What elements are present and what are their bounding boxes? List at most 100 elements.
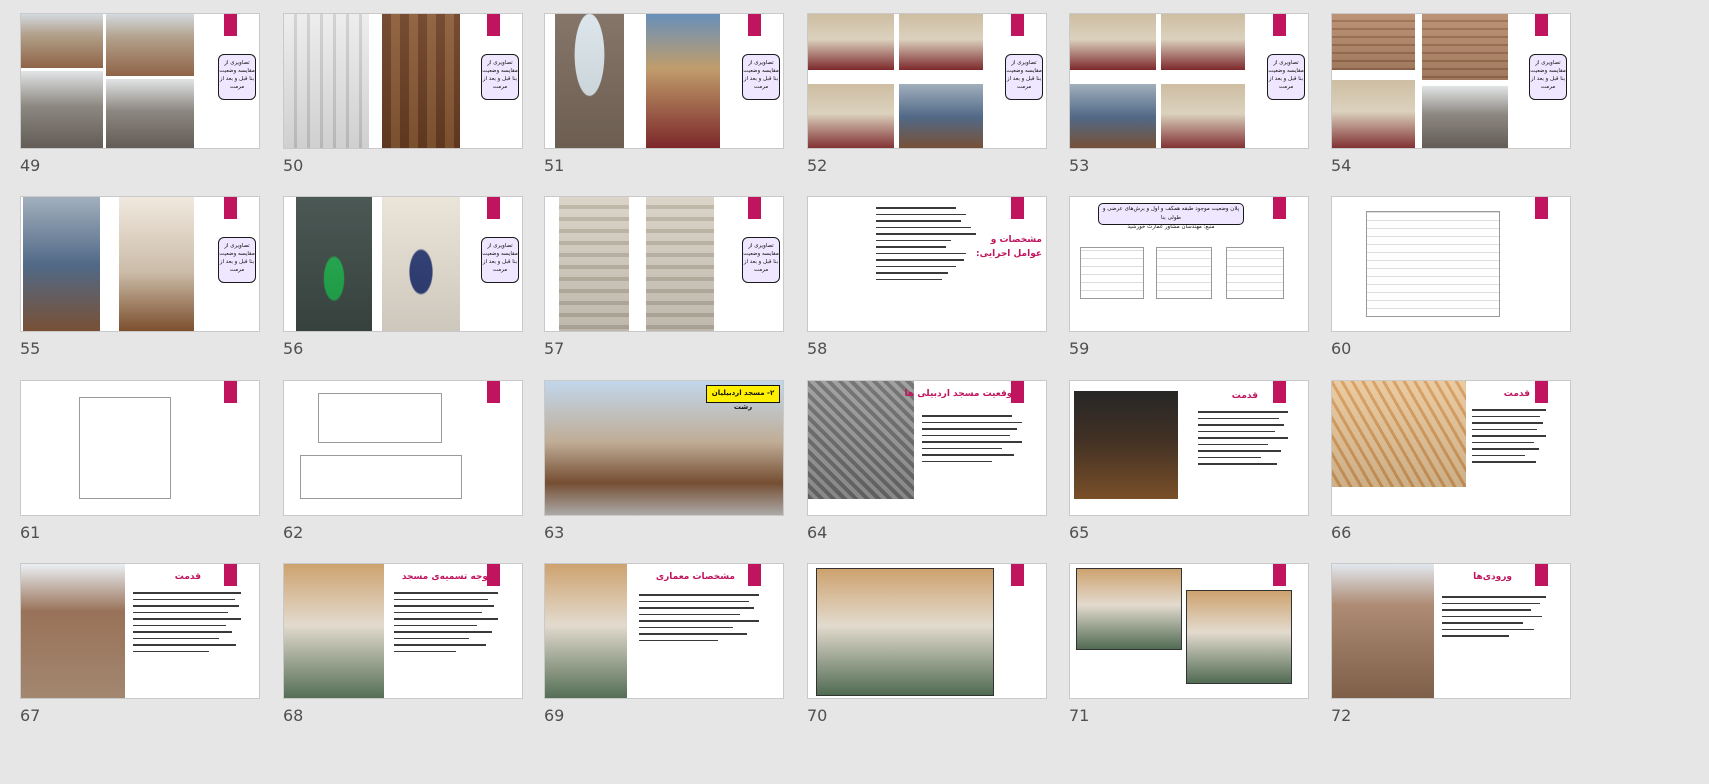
slide-thumbnail-64[interactable]: موقعیت مسجد اردبیلی ها 64 — [807, 380, 1047, 565]
slide-number: 67 — [20, 706, 41, 725]
photo-facade-after — [382, 14, 460, 148]
slide-thumbnail-56[interactable]: تصاویری از مقایسه وضعیت بنا قبل و بعد از… — [283, 196, 523, 381]
slide-thumbnail-63[interactable]: ۲- مسجد اردبیلیان رشت 63 — [544, 380, 784, 565]
slide-thumbnail-69[interactable]: مشخصات معماری 69 — [544, 563, 784, 748]
slide-canvas — [807, 563, 1047, 699]
accent-bar — [748, 564, 761, 586]
slide-thumbnail-54[interactable]: تصاویری از مقایسه وضعیت بنا قبل و بعد از… — [1331, 13, 1571, 198]
slide-canvas: تصاویری از مقایسه وضعیت بنا قبل و بعد از… — [1331, 13, 1571, 149]
slide-thumbnail-62[interactable]: 62 — [283, 380, 523, 565]
slide-number: 50 — [283, 156, 304, 175]
slide-canvas — [283, 380, 523, 516]
photo-prayer-hall-3 — [808, 84, 894, 148]
slide-thumbnail-58[interactable]: مشخصات و عوامل اجرایی: 58 — [807, 196, 1047, 381]
slide-thumbnail-66[interactable]: قدمت 66 — [1331, 380, 1571, 565]
slide-canvas: مشخصات معماری — [544, 563, 784, 699]
bullet-text-lines — [876, 207, 976, 285]
slide-thumbnail-55[interactable]: تصاویری از مقایسه وضعیت بنا قبل و بعد از… — [20, 196, 260, 381]
slide-number: 52 — [807, 156, 828, 175]
floor-plan-1 — [1080, 247, 1144, 299]
photo-courtyard-after — [106, 14, 194, 76]
slide-number: 53 — [1069, 156, 1090, 175]
slide-title: موقعیت مسجد اردبیلی ها — [904, 389, 1018, 399]
accent-bar — [1535, 197, 1548, 219]
slide-title: وجه تسمیه‌ی مسجد — [401, 572, 488, 582]
slide-thumbnail-68[interactable]: وجه تسمیه‌ی مسجد 68 — [283, 563, 523, 748]
slide-canvas: تصاویری از مقایسه وضعیت بنا قبل و بعد از… — [20, 196, 260, 332]
slide-number: 62 — [283, 523, 304, 542]
photo-hall-after — [1161, 14, 1245, 70]
slide-number: 68 — [283, 706, 304, 725]
slide-number: 65 — [1069, 523, 1090, 542]
photo-corridor-after — [1422, 14, 1508, 80]
photo-satellite — [808, 381, 914, 499]
slide-thumbnail-70[interactable]: 70 — [807, 563, 1047, 748]
slide-thumbnail-57[interactable]: تصاویری از مقایسه وضعیت بنا قبل و بعد از… — [544, 196, 784, 381]
comparison-label: تصاویری از مقایسه وضعیت بنا قبل و بعد از… — [742, 237, 780, 283]
comparison-label: تصاویری از مقایسه وضعیت بنا قبل و بعد از… — [742, 54, 780, 100]
slide-canvas: موقعیت مسجد اردبیلی ها — [807, 380, 1047, 516]
photo-entrance-before — [555, 14, 624, 148]
slide-number: 58 — [807, 339, 828, 358]
historic-map — [1332, 381, 1466, 487]
paragraph-lines — [394, 592, 498, 657]
slide-thumbnail-50[interactable]: تصاویری از مقایسه وضعیت بنا قبل و بعد از… — [283, 13, 523, 198]
slide-thumbnail-52[interactable]: تصاویری از مقایسه وضعیت بنا قبل و بعد از… — [807, 13, 1047, 198]
accent-bar — [1011, 564, 1024, 586]
slide-thumbnail-60[interactable]: 60 — [1331, 196, 1571, 381]
photo-hall-before — [1070, 14, 1156, 70]
paragraph-lines — [922, 415, 1022, 467]
photo-mosque-night — [1074, 391, 1178, 499]
slide-number: 56 — [283, 339, 304, 358]
slide-thumbnail-67[interactable]: قدمت 67 — [20, 563, 260, 748]
photo-passage — [1422, 86, 1508, 148]
photo-hall-interior — [1332, 80, 1415, 148]
slide-canvas — [1069, 563, 1309, 699]
accent-bar — [748, 14, 761, 36]
accent-bar — [1273, 14, 1286, 36]
comparison-label: تصاویری از مقایسه وضعیت بنا قبل و بعد از… — [1529, 54, 1567, 100]
slide-thumbnail-65[interactable]: قدمت 65 — [1069, 380, 1309, 565]
slide-canvas — [20, 380, 260, 516]
slide-canvas: ورودی‌ها — [1331, 563, 1571, 699]
comparison-label: تصاویری از مقایسه وضعیت بنا قبل و بعد از… — [481, 54, 519, 100]
accent-bar — [1273, 564, 1286, 586]
slide-number: 60 — [1331, 339, 1352, 358]
floor-plan-3 — [1226, 247, 1284, 299]
photo-hall-after-2 — [1161, 84, 1245, 148]
accent-bar — [1535, 564, 1548, 586]
photo-alley — [21, 71, 103, 148]
slide-canvas: مشخصات و عوامل اجرایی: — [807, 196, 1047, 332]
slide-number: 70 — [807, 706, 828, 725]
accent-bar — [748, 197, 761, 219]
slide-number: 54 — [1331, 156, 1352, 175]
photo-column-after — [646, 197, 714, 331]
slide-canvas: تصاویری از مقایسه وضعیت بنا قبل و بعد از… — [807, 13, 1047, 149]
accent-bar — [487, 197, 500, 219]
slide-title: قدمت — [1503, 389, 1530, 399]
slide-thumbnail-61[interactable]: 61 — [20, 380, 260, 565]
slide-canvas: پلان وضعیت موجود طبقه همکف و اول و برش‌ه… — [1069, 196, 1309, 332]
photo-interior-2 — [1186, 590, 1292, 684]
slide-thumbnail-71[interactable]: 71 — [1069, 563, 1309, 748]
comparison-label: تصاویری از مقایسه وضعیت بنا قبل و بعد از… — [1005, 54, 1043, 100]
slide-thumbnail-51[interactable]: تصاویری از مقایسه وضعیت بنا قبل و بعد از… — [544, 13, 784, 198]
slide-thumbnail-49[interactable]: تصاویری از مقایسه وضعیت بنا قبل و بعد از… — [20, 13, 260, 198]
slide-thumbnail-59[interactable]: پلان وضعیت موجود طبقه همکف و اول و برش‌ه… — [1069, 196, 1309, 381]
slide-canvas: تصاویری از مقایسه وضعیت بنا قبل و بعد از… — [283, 196, 523, 332]
paragraph-lines — [133, 592, 241, 657]
paragraph-lines — [639, 594, 759, 646]
accent-bar — [1535, 14, 1548, 36]
slide-canvas: قدمت — [20, 563, 260, 699]
photo-stained-window — [646, 14, 720, 148]
slide-number: 51 — [544, 156, 565, 175]
photo-column-before — [559, 197, 629, 331]
slide-title: قدمت — [1231, 391, 1258, 401]
slide-thumbnail-53[interactable]: تصاویری از مقایسه وضعیت بنا قبل و بعد از… — [1069, 13, 1309, 198]
slide-canvas: قدمت — [1069, 380, 1309, 516]
slide-number: 64 — [807, 523, 828, 542]
site-plan — [1366, 211, 1500, 317]
slide-number: 55 — [20, 339, 41, 358]
slide-thumbnail-72[interactable]: ورودی‌ها 72 — [1331, 563, 1571, 748]
slide-title: ورودی‌ها — [1473, 572, 1512, 582]
